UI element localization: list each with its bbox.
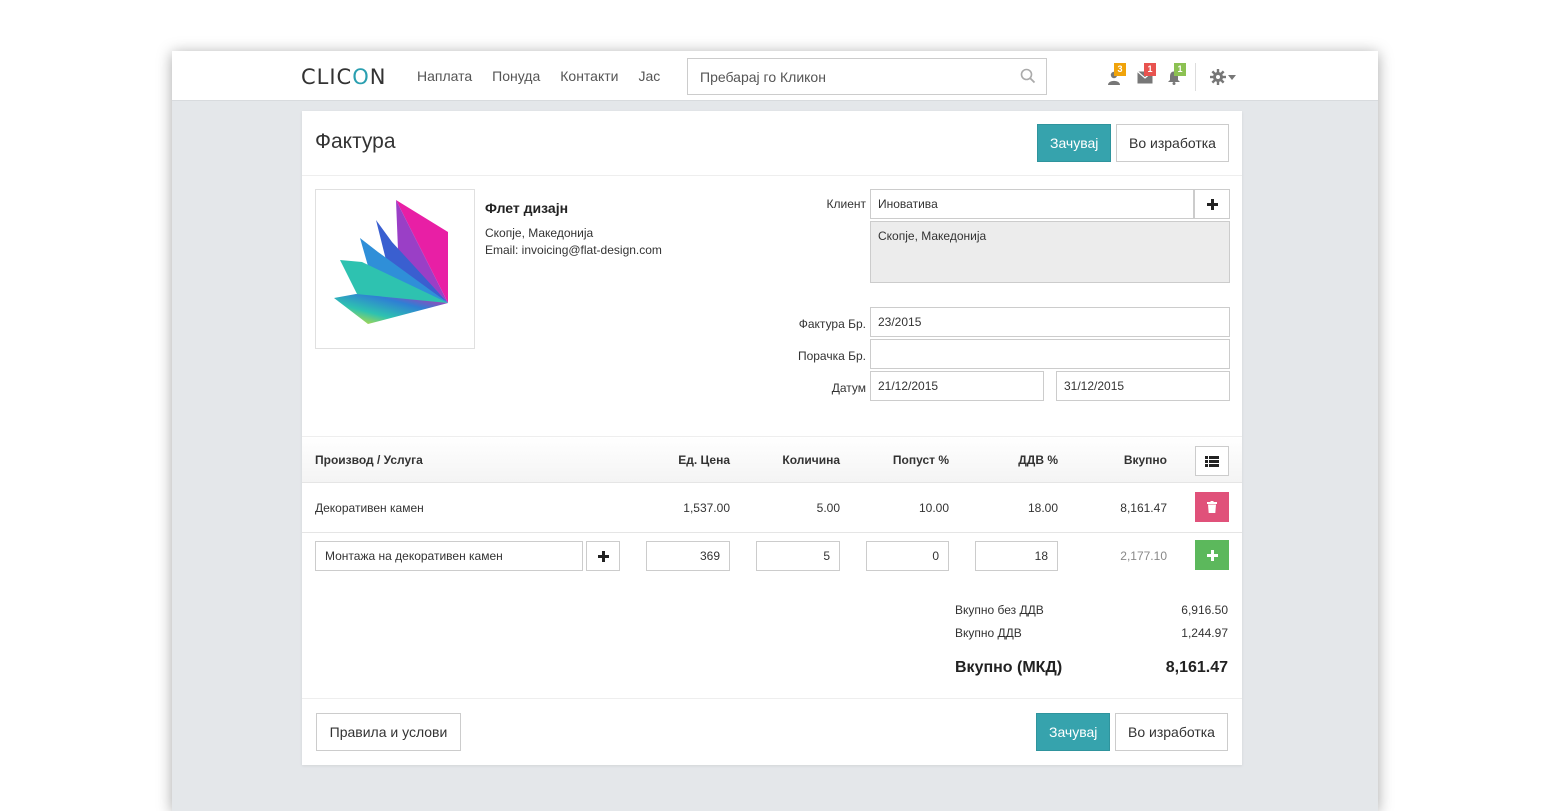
gear-icon — [1210, 69, 1226, 85]
delete-row-button[interactable] — [1195, 492, 1229, 522]
table-row[interactable]: Декоративен камен 1,537.00 5.00 10.00 18… — [302, 483, 1242, 533]
vat-total-value: 1,244.97 — [1181, 626, 1228, 640]
subtotal-value: 6,916.50 — [1181, 603, 1228, 617]
vat-total-label: Вкупно ДДВ — [955, 626, 1022, 640]
company-info: Флет дизајн Скопје, Македонија Email: in… — [485, 200, 662, 259]
grand-total-label: Вкупно (МКД) — [955, 659, 1063, 676]
plus-icon — [1206, 198, 1218, 210]
top-navbar: CLICON Наплата Понуда Контакти Јас 3 1 1 — [172, 51, 1378, 101]
draft-button[interactable]: Во изработка — [1116, 124, 1229, 162]
grand-total-value: 8,161.47 — [1165, 659, 1228, 676]
nav-me[interactable]: Јас — [638, 68, 660, 84]
company-logo-image — [334, 200, 448, 324]
app-window: CLICON Наплата Понуда Контакти Јас 3 1 1 — [172, 51, 1378, 811]
row-vat: 18.00 — [1027, 501, 1058, 515]
company-email: Email: invoicing@flat-design.com — [485, 243, 662, 257]
add-product-button[interactable] — [586, 541, 620, 571]
col-product: Производ / Услуга — [315, 453, 423, 467]
new-row-total: 2,177.10 — [1120, 549, 1167, 563]
trash-icon — [1207, 501, 1217, 513]
header-icons: 3 1 1 — [1105, 63, 1236, 91]
new-discount-input[interactable] — [866, 541, 949, 571]
company-logo[interactable] — [315, 189, 475, 349]
invoice-card: Фактура Зачувај Во изработка Флет дизајн… — [302, 111, 1242, 765]
header-divider — [1195, 63, 1196, 91]
alerts-badge: 1 — [1174, 63, 1186, 76]
issue-date-field[interactable]: 21/12/2015 — [870, 371, 1044, 401]
invoice-number-field[interactable]: 23/2015 — [870, 307, 1230, 337]
alerts-notification[interactable]: 1 — [1165, 63, 1195, 91]
client-address: Скопје, Македонија — [870, 221, 1230, 283]
client-label: Клиент — [826, 197, 867, 211]
main-nav: Наплата Понуда Контакти Јас — [417, 68, 660, 84]
row-quantity: 5.00 — [816, 501, 840, 515]
row-discount: 10.00 — [918, 501, 949, 515]
subtotal-label: Вкупно без ДДВ — [955, 603, 1044, 617]
page-title: Фактура — [315, 130, 396, 153]
nav-offers[interactable]: Понуда — [492, 68, 540, 84]
columns-button[interactable] — [1195, 446, 1229, 476]
order-number-label: Порачка Бр. — [797, 349, 866, 363]
users-badge: 3 — [1114, 63, 1126, 76]
new-product-input[interactable] — [315, 541, 583, 571]
company-city: Скопје, Македонија — [485, 226, 594, 240]
settings-menu[interactable] — [1210, 69, 1236, 85]
terms-button[interactable]: Правила и услови — [316, 713, 461, 751]
invoice-number-label: Фактура Бр. — [798, 317, 866, 331]
save-button[interactable]: Зачувај — [1037, 124, 1111, 162]
col-discount: Попуст % — [892, 453, 949, 467]
col-quantity: Количина — [782, 453, 840, 467]
row-unit-price: 1,537.00 — [683, 501, 730, 515]
date-label: Датум — [831, 381, 866, 395]
nav-billing[interactable]: Наплата — [417, 68, 472, 84]
new-unit-price-input[interactable] — [646, 541, 730, 571]
draft-button-bottom[interactable]: Во изработка — [1115, 713, 1228, 751]
row-product: Декоративен камен — [315, 501, 424, 515]
add-row-button[interactable] — [1195, 540, 1229, 570]
new-quantity-input[interactable] — [756, 541, 840, 571]
add-client-button[interactable] — [1194, 189, 1230, 219]
nav-contacts[interactable]: Контакти — [560, 68, 618, 84]
save-button-bottom[interactable]: Зачувај — [1036, 713, 1110, 751]
invoice-footer: Правила и услови Зачувај Во изработка — [302, 698, 1242, 765]
caret-down-icon — [1228, 74, 1236, 80]
search-box — [687, 58, 1047, 95]
items-table-header: Производ / Услуга Ед. Цена Количина Попу… — [302, 436, 1242, 483]
clicon-logo[interactable]: CLICON — [301, 65, 386, 89]
client-field[interactable]: Иновативa — [870, 189, 1194, 219]
invoice-header: Фактура Зачувај Во изработка — [302, 111, 1242, 176]
col-total: Вкупно — [1123, 453, 1167, 467]
new-vat-input[interactable] — [975, 541, 1058, 571]
company-name: Флет дизајн — [485, 200, 569, 216]
messages-notification[interactable]: 1 — [1135, 63, 1165, 91]
search-input[interactable] — [688, 59, 1008, 94]
plus-icon — [597, 550, 609, 562]
users-notification[interactable]: 3 — [1105, 63, 1135, 91]
plus-icon — [1206, 549, 1218, 561]
col-unit-price: Ед. Цена — [678, 453, 730, 467]
messages-badge: 1 — [1144, 63, 1156, 76]
due-date-field[interactable]: 31/12/2015 — [1056, 371, 1230, 401]
list-icon — [1205, 455, 1219, 467]
search-icon[interactable] — [1020, 68, 1036, 84]
col-vat: ДДВ % — [1018, 453, 1058, 467]
order-number-field[interactable] — [870, 339, 1230, 369]
row-total: 8,161.47 — [1120, 501, 1167, 515]
